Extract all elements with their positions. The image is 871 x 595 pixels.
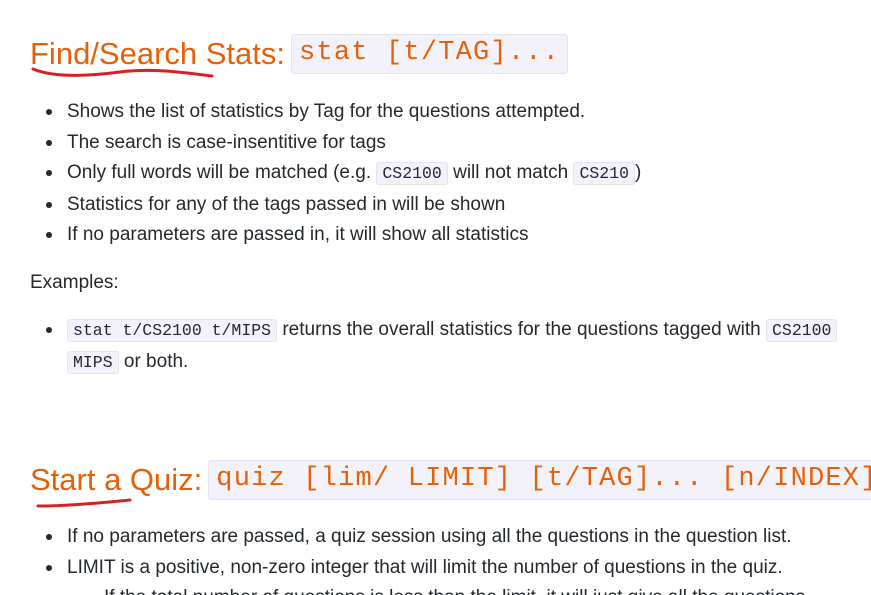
list-item-text: will not match [447, 162, 574, 183]
list-item-text: ) [635, 162, 642, 183]
start-quiz-heading: Start a Quiz: quiz [lim/ LIMIT] [t/TAG]..… [30, 458, 871, 500]
inline-code: CS2100 [376, 162, 448, 185]
quiz-command-code: quiz [lim/ LIMIT] [t/TAG]... [n/INDEX] [208, 459, 871, 500]
document-page: Find/Search Stats: stat [t/TAG]... Shows … [0, 0, 871, 595]
underline-start-a-quiz [36, 498, 132, 508]
heading-title: Find/Search Stats: [30, 35, 286, 71]
list-item: stat t/CS2100 t/MIPS returns the overall… [45, 315, 838, 347]
stats-bullet-list: Shows the list of statistics by Tag for … [30, 97, 641, 251]
annotation-underlines [31, 67, 214, 508]
examples-list: stat t/CS2100 t/MIPS returns the overall… [30, 315, 838, 379]
find-search-stats-heading: Find/Search Stats: stat [t/TAG]... [30, 32, 569, 74]
list-item: The search is case-insentitive for tags [45, 128, 641, 159]
list-item-text: Only full words will be matched (e.g. [67, 162, 377, 183]
inline-code: CS210 [573, 162, 635, 185]
list-item: If no parameters are passed, a quiz sess… [45, 522, 805, 553]
list-item-text: returns the overall statistics for the q… [277, 319, 767, 340]
list-item: Shows the list of statistics by Tag for … [45, 97, 641, 128]
inline-code: CS2100 [766, 319, 838, 342]
nested-list-item: If the total number of questions is less… [82, 583, 805, 595]
inline-code: MIPS [67, 350, 119, 374]
list-item: Only full words will be matched (e.g. CS… [45, 158, 642, 190]
heading-title: Start a Quiz: [30, 461, 203, 497]
examples-label: Examples: [30, 272, 119, 293]
stat-command-code: stat [t/TAG]... [291, 33, 569, 74]
list-item-text: or both. [118, 350, 189, 372]
inline-code: stat t/CS2100 t/MIPS [67, 319, 278, 342]
list-item: If no parameters are passed in, it will … [45, 220, 641, 251]
list-item: LIMIT is a positive, non-zero integer th… [45, 553, 805, 584]
quiz-bullet-list: If no parameters are passed, a quiz sess… [30, 522, 805, 595]
list-item: Statistics for any of the tags passed in… [45, 190, 641, 221]
list-item-continuation: MIPS or both. [67, 347, 837, 379]
